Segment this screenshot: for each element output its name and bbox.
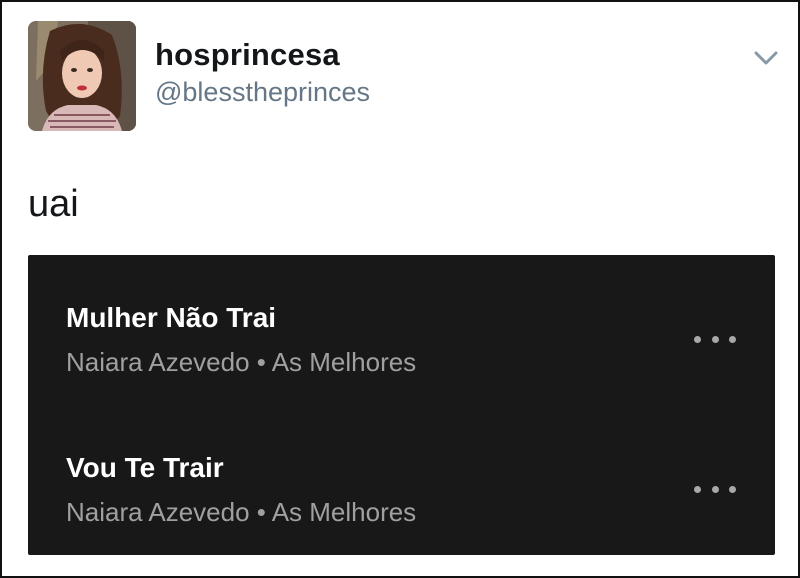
spotify-embed: Mulher Não Trai Naiara Azevedo • As Melh… [28,255,775,555]
more-options-icon[interactable] [694,329,736,349]
track-meta: Naiara Azevedo • As Melhores [66,497,416,528]
track-artist: Naiara Azevedo [66,497,250,527]
chevron-down-icon[interactable] [750,42,782,74]
meta-separator: • [249,497,272,527]
track-album: As Melhores [271,497,417,527]
track-artist: Naiara Azevedo [66,347,250,377]
track-title: Mulher Não Trai [66,302,277,333]
tweet-text: uai [28,183,79,225]
display-name[interactable]: hosprincesa [155,37,340,73]
more-options-icon[interactable] [694,479,736,499]
user-handle[interactable]: @blesstheprinces [155,77,370,108]
tweet-card: hosprincesa @blesstheprinces uai Mulher … [0,0,800,578]
avatar[interactable] [28,21,136,131]
track-row[interactable]: Mulher Não Trai Naiara Azevedo • As Melh… [28,255,775,405]
avatar-photo [28,21,136,131]
track-row[interactable]: Vou Te Trair Naiara Azevedo • As Melhore… [28,405,775,555]
meta-separator: • [249,347,272,377]
track-meta: Naiara Azevedo • As Melhores [66,347,416,378]
track-album: As Melhores [271,347,417,377]
track-title: Vou Te Trair [66,452,224,483]
